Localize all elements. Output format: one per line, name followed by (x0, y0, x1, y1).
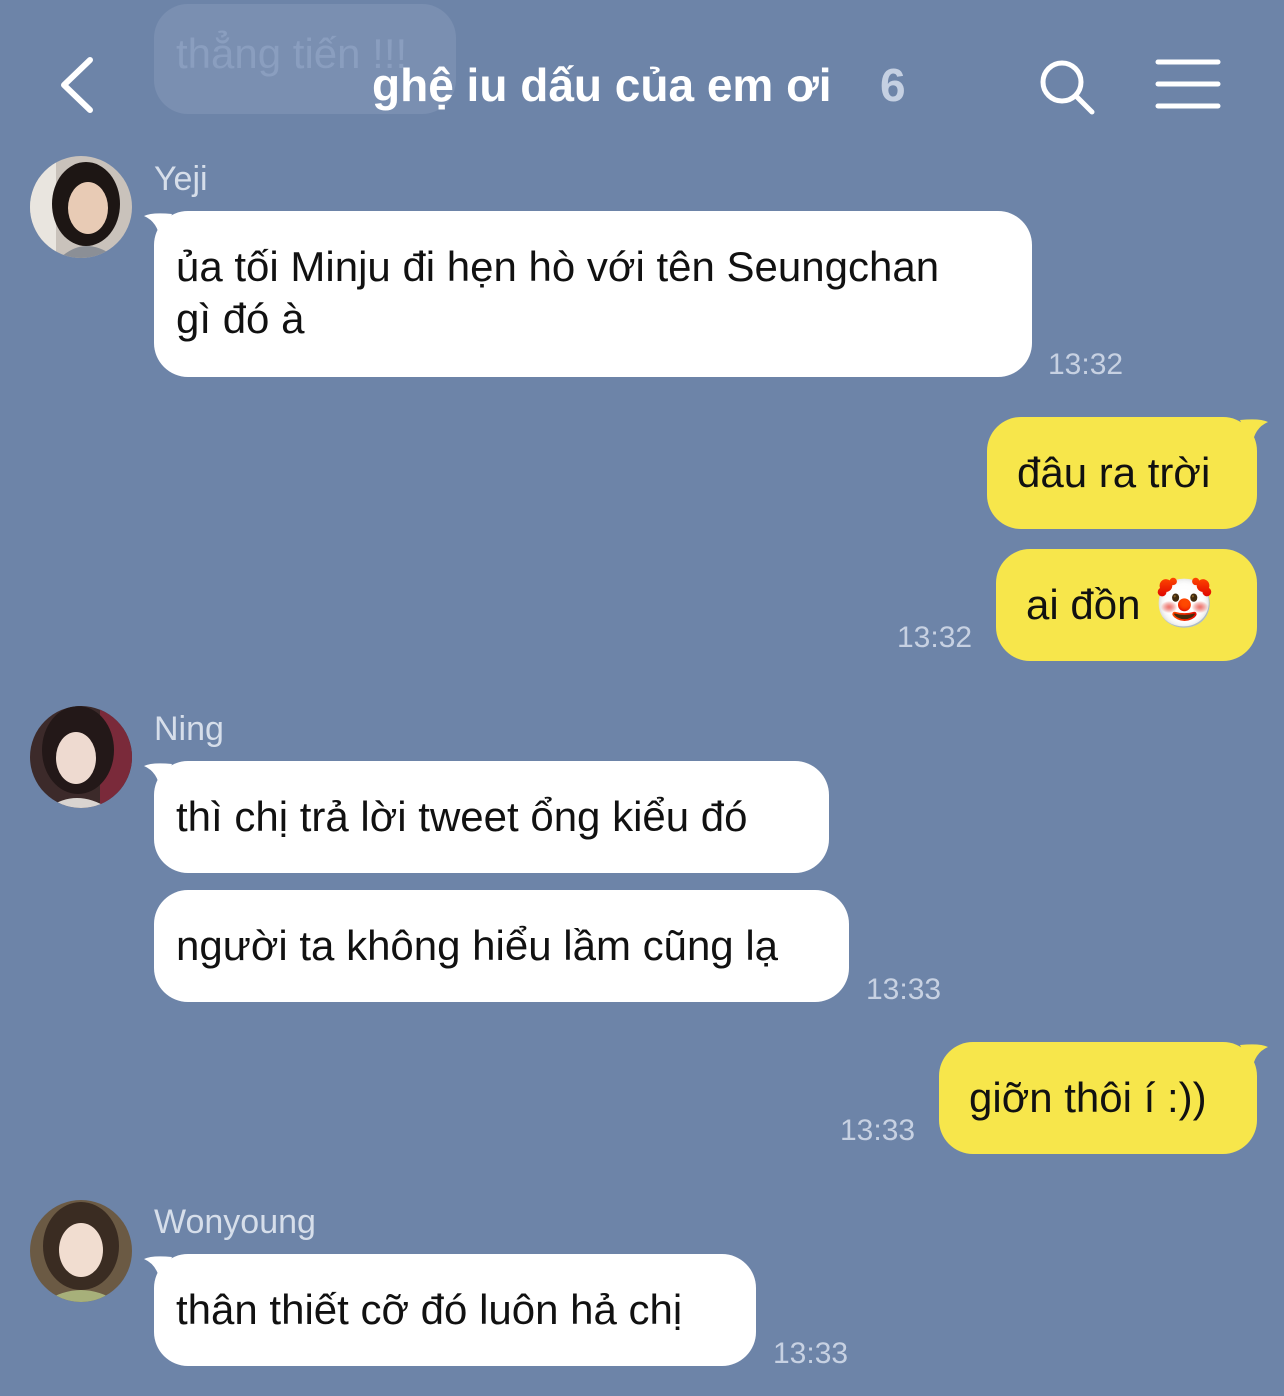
menu-button[interactable] (1152, 54, 1224, 114)
message-bubble[interactable]: thì chị trả lời tweet ổng kiểu đó (154, 761, 829, 873)
message-text: giỡn thôi í :)) (969, 1074, 1207, 1121)
message-line: gì đó à (176, 295, 305, 342)
message-time: 13:33 (866, 973, 942, 1006)
message-bubble[interactable]: thân thiết cỡ đó luôn hả chị (154, 1254, 756, 1366)
sender-name: Yeji (154, 160, 208, 198)
sender-name: Wonyoung (154, 1203, 316, 1241)
message-bubble[interactable]: người ta không hiểu lầm cũng lạ (154, 890, 849, 1002)
hamburger-menu-icon (1155, 59, 1221, 109)
chat-title: ghệ iu dấu của em ơi (372, 59, 832, 111)
search-icon (1040, 60, 1095, 115)
avatar-image (30, 1200, 132, 1302)
message-text: đâu ra trời (1017, 449, 1211, 496)
message-text: người ta không hiểu lầm cũng lạ (176, 922, 779, 969)
avatar-image (30, 706, 132, 808)
message-text: ai đồn (1026, 581, 1141, 628)
message-text: thì chị trả lời tweet ổng kiểu đó (176, 793, 748, 840)
avatar-ning[interactable] (30, 706, 132, 808)
sender-name: Ning (154, 710, 224, 748)
avatar-wonyoung[interactable] (30, 1200, 132, 1302)
message-time: 13:33 (840, 1114, 916, 1147)
message-line: ủa tối Minju đi hẹn hò với tên Seungchan (176, 243, 940, 290)
message-time: 13:32 (897, 621, 973, 654)
message-text: thân thiết cỡ đó luôn hả chị (176, 1286, 683, 1333)
bubble-tail (1240, 1044, 1268, 1071)
member-count: 6 (880, 59, 906, 111)
bubble-tail (1240, 419, 1268, 446)
message-bubble[interactable]: đâu ra trời (987, 417, 1257, 529)
avatar-image (30, 156, 132, 258)
message-time: 13:33 (773, 1337, 849, 1370)
message-bubble[interactable]: ai đồn 🤡 (996, 549, 1257, 661)
message-time: 13:32 (1048, 348, 1124, 381)
message-bubble[interactable]: giỡn thôi í :)) (939, 1042, 1257, 1154)
search-button[interactable] (1032, 52, 1102, 122)
clown-face-emoji: 🤡 (1154, 578, 1215, 631)
message-bubble[interactable]: ủa tối Minju đi hẹn hò với tên Seungchan… (154, 211, 1032, 377)
avatar-yeji[interactable] (30, 156, 132, 258)
chevron-left-icon (61, 57, 93, 113)
back-button[interactable] (50, 50, 110, 120)
